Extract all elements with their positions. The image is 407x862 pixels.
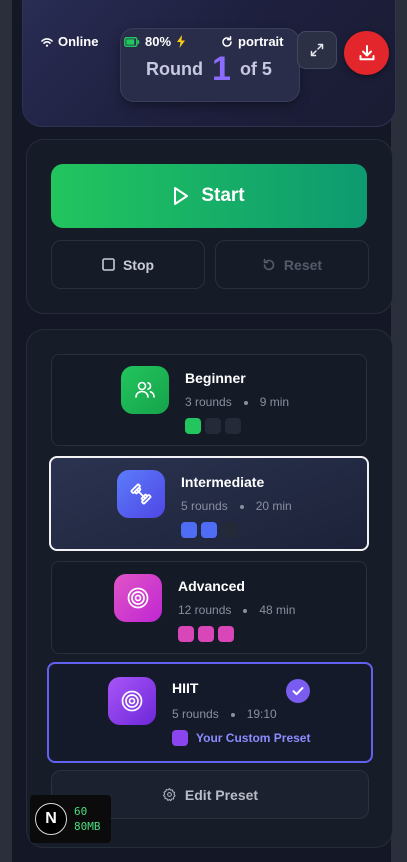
- network-status: Online: [41, 34, 98, 49]
- round-current-number: 1: [212, 50, 231, 88]
- custom-color-swatch: [172, 730, 188, 746]
- preset-duration: 19:10: [246, 707, 277, 721]
- preset-meta-hiit: 5 rounds 19:10: [172, 707, 277, 721]
- preset-rounds: 5 rounds: [181, 499, 228, 513]
- intensity-bar-empty: [221, 522, 237, 538]
- intensity-bar-empty: [225, 418, 241, 434]
- intensity-bar-filled: [178, 626, 194, 642]
- preset-name-beginner: Beginner: [185, 370, 246, 386]
- preset-name-intermediate: Intermediate: [181, 474, 265, 490]
- round-suffix: of 5: [239, 59, 272, 79]
- round-counter-text: Round 1 of 5: [120, 50, 298, 89]
- intensity-bar-filled: [181, 522, 197, 538]
- users-icon: [121, 366, 169, 414]
- intensity-bar-filled: [185, 418, 201, 434]
- intensity-bar-filled: [218, 626, 234, 642]
- start-button[interactable]: Start: [51, 164, 367, 228]
- preset-meta-intermediate: 5 rounds 20 min: [181, 499, 292, 513]
- memory-value: 80MB: [74, 820, 101, 833]
- fps-value: 60: [74, 805, 88, 818]
- intensity-bar-filled: [201, 522, 217, 538]
- custom-preset-label: Your Custom Preset: [196, 731, 311, 745]
- nextjs-logo: N: [35, 803, 67, 835]
- fullscreen-button[interactable]: [297, 31, 337, 69]
- stop-icon: [102, 258, 115, 271]
- dumbbell-icon: [117, 470, 165, 518]
- preset-rounds: 5 rounds: [172, 707, 219, 721]
- orientation-status: portrait: [221, 34, 284, 49]
- start-label: Start: [201, 185, 245, 206]
- rotate-icon: [222, 35, 232, 47]
- download-icon: [359, 45, 374, 61]
- reset-button[interactable]: Reset: [215, 240, 369, 289]
- battery-icon: [124, 36, 140, 47]
- expand-icon: [310, 43, 324, 57]
- window-edge-left: [0, 0, 12, 862]
- preset-name-advanced: Advanced: [178, 578, 245, 594]
- check-icon: [286, 679, 310, 703]
- preset-name-hiit: HIIT: [172, 680, 199, 696]
- network-label: Online: [58, 34, 99, 49]
- play-icon: [174, 187, 189, 205]
- preset-duration: 20 min: [255, 499, 292, 513]
- orientation-label: portrait: [238, 34, 284, 49]
- preset-duration: 9 min: [259, 395, 290, 409]
- gear-icon: [162, 788, 176, 802]
- intensity-bar-filled: [198, 626, 214, 642]
- target-icon: [108, 677, 156, 725]
- preset-meta-advanced: 12 rounds 48 min: [178, 603, 295, 617]
- stop-label: Stop: [122, 256, 155, 273]
- target-icon: [114, 574, 162, 622]
- edit-preset-label: Edit Preset: [184, 786, 259, 803]
- stop-button[interactable]: Stop: [51, 240, 205, 289]
- preset-meta-beginner: 3 rounds 9 min: [185, 395, 289, 409]
- dev-stats-text: 60 80MB: [74, 804, 101, 834]
- preset-rounds: 12 rounds: [178, 603, 232, 617]
- download-button[interactable]: [344, 31, 389, 75]
- reset-icon: [263, 258, 275, 270]
- dev-stats-overlay[interactable]: N 60 80MB: [30, 795, 111, 843]
- custom-preset-badge: Your Custom Preset: [172, 730, 310, 746]
- battery-status: 80%: [124, 34, 186, 49]
- wifi-icon: [41, 37, 53, 47]
- reset-label: Reset: [283, 256, 323, 273]
- preset-duration: 48 min: [259, 603, 296, 617]
- intensity-bar-empty: [205, 418, 221, 434]
- battery-label: 80%: [145, 34, 172, 49]
- preset-rounds: 3 rounds: [185, 395, 232, 409]
- window-edge-right: [391, 0, 407, 862]
- round-prefix: Round: [146, 59, 204, 79]
- charging-bolt-icon: [177, 35, 186, 48]
